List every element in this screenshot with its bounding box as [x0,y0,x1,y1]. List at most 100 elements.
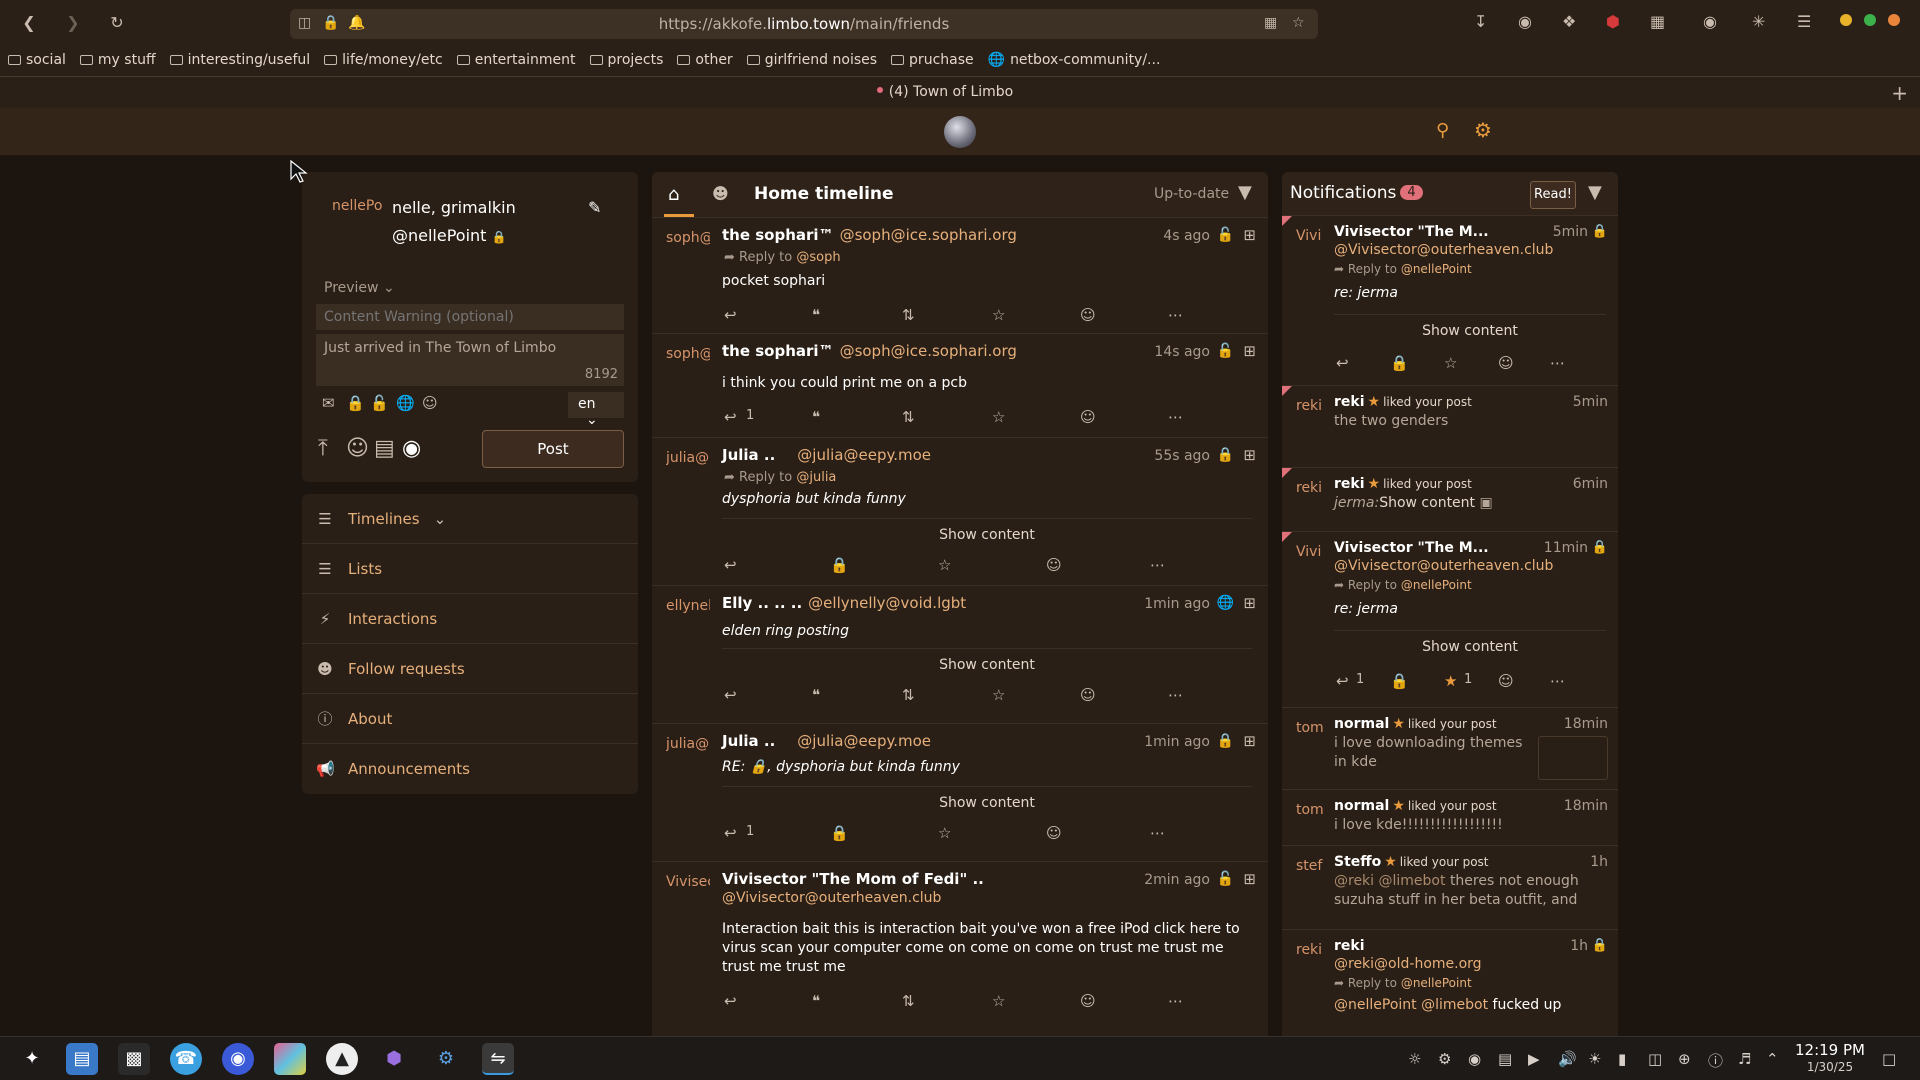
new-tab-icon[interactable]: + [1891,81,1908,105]
notification-author[interactable]: normal ★ liked your post [1334,716,1497,732]
nav-item-follow-requests[interactable]: ☻ Follow requests [302,644,638,694]
liked-post-preview[interactable]: i love kde!!!!!!!!!!!!!!!!!! [1334,816,1606,835]
show-content-button[interactable]: Show content [722,786,1252,811]
bookmark-folder[interactable]: other [677,48,733,72]
favorite-star-icon[interactable]: ☆ [992,306,1005,324]
react-emoji-icon[interactable]: ☺ [1080,408,1096,426]
download-icon[interactable]: ↧ [1474,12,1487,31]
tray-expand-icon[interactable]: ⌃ [1766,1050,1779,1068]
reply-icon[interactable]: ↩ [1336,672,1349,690]
favorite-star-icon[interactable]: ☆ [938,556,951,574]
poll-icon[interactable]: ▤ [374,436,395,461]
avatar[interactable]: Vivi [1296,544,1324,560]
notification-time[interactable]: 5min [1573,394,1608,410]
notification-author[interactable]: normal ★ liked your post [1334,798,1497,814]
unlisted-scope-icon[interactable]: 🔓 [370,394,389,412]
spinner-icon[interactable]: ✳ [1752,12,1765,31]
post-time[interactable]: 4s ago [1163,228,1210,244]
avatar[interactable]: tom [1296,802,1324,818]
notification-handle[interactable]: @reki@old-home.org [1334,956,1482,972]
quote-icon[interactable]: ❝ [812,306,820,324]
react-emoji-icon[interactable]: ☺ [1498,354,1514,372]
notification-author[interactable]: reki ★ liked your post [1334,476,1472,492]
show-content-button[interactable]: Show content [1334,314,1606,339]
arch-icon[interactable]: ▲ [326,1043,358,1075]
notification-time[interactable]: 18min [1564,716,1608,732]
notification-handle[interactable]: @Vivisector@outerheaven.club [1334,558,1553,574]
more-icon[interactable]: ⋯ [1168,686,1183,704]
notification-time[interactable]: 5min [1553,224,1588,240]
color-app-icon[interactable] [274,1043,306,1075]
avatar[interactable]: reki [1296,398,1324,414]
nav-item-interactions[interactable]: ⚡ Interactions [302,594,638,644]
show-desktop-icon[interactable]: □ [1882,1050,1896,1068]
tray-steam-icon[interactable]: ⚙ [1438,1050,1451,1068]
react-emoji-icon[interactable]: ☺ [1046,824,1062,842]
app-launcher-icon[interactable]: ✦ [16,1043,48,1075]
react-emoji-icon[interactable]: ☺ [1498,672,1514,690]
post-time[interactable]: 1min ago [1144,596,1210,612]
notification-time[interactable]: 1h [1570,938,1588,954]
local-scope-icon[interactable]: ☺ [422,394,438,412]
avatar[interactable]: stef [1296,858,1324,874]
bookmark-folder[interactable]: projects [589,48,663,72]
attachment-thumbnail[interactable] [1538,736,1608,780]
expand-icon[interactable]: ⊞ [1243,870,1256,888]
browser-tab[interactable]: (4) Town of Limbo [0,84,1890,100]
expand-icon[interactable]: ⊞ [1243,226,1256,244]
liked-post-preview[interactable]: @reki @limebot theres not enough suzuha … [1334,872,1606,910]
expand-icon[interactable]: ⊞ [1243,446,1256,464]
post-handle[interactable]: @Vivisector@outerheaven.club [722,890,941,906]
chat-icon[interactable]: ◉ [222,1043,254,1075]
more-icon[interactable]: ⋯ [1168,306,1183,324]
expand-icon[interactable]: ⊞ [1243,732,1256,750]
more-icon[interactable]: ⋯ [1550,354,1565,372]
file-manager-icon[interactable]: ▤ [66,1043,98,1075]
bookmark-folder[interactable]: life/money/etc [324,48,443,72]
clipboard-icon[interactable]: ▤ [1498,1050,1512,1068]
show-content-button[interactable]: Show content [1334,630,1606,655]
active-window-icon[interactable]: ⇋ [482,1043,514,1075]
steam-icon[interactable]: ⚙ [430,1043,462,1075]
help-icon[interactable]: ⓘ [1708,1050,1723,1071]
bookmark-folder[interactable]: interesting/useful [169,48,310,72]
nav-item-timelines[interactable]: ☰ Timelines ⌄ [302,494,638,544]
tray-app-icon[interactable]: ☼ [1408,1050,1421,1068]
preview-toggle[interactable]: Preview ⌄ [324,280,395,296]
timeline-status[interactable]: Up-to-date [1154,186,1229,202]
react-emoji-icon[interactable]: ☺ [1080,686,1096,704]
bookmark-folder[interactable]: social [8,48,66,72]
repeat-icon[interactable]: ⇅ [902,686,915,704]
ublock-icon[interactable]: ⬢ [1606,12,1620,31]
url-bar[interactable]: ◫ 🔒 🔔 https://akkofe.limbo.town/main/fri… [290,9,1318,39]
repeat-icon[interactable]: ⇅ [902,992,915,1010]
show-content-button[interactable]: Show content [722,648,1252,673]
forward-icon[interactable]: ❯ [62,12,84,34]
avatar[interactable]: soph@ [666,346,710,362]
quote-icon[interactable]: ❝ [812,408,820,426]
minimize-icon[interactable] [1840,14,1852,26]
post-author[interactable]: Julia .. @julia@eepy.moe [722,732,931,750]
bookmark-folder[interactable]: pruchase [891,48,974,72]
gear-icon[interactable]: ⚙ [1474,118,1492,142]
more-icon[interactable]: ⋯ [1550,672,1565,690]
avatar[interactable]: soph@ [666,230,710,246]
liked-post-preview[interactable]: jerma:Show content ▣ [1334,494,1606,513]
menu-icon[interactable]: ☰ [1797,12,1811,31]
instance-logo[interactable] [944,116,976,148]
expand-icon[interactable]: ⊞ [1243,342,1256,360]
favorite-star-icon[interactable]: ☆ [992,686,1005,704]
reply-icon[interactable]: ↩ [724,686,737,704]
more-icon[interactable]: ⋯ [1168,408,1183,426]
reply-icon[interactable]: ↩ [724,992,737,1010]
liked-post-preview[interactable]: i love downloading themes in kde [1334,734,1530,772]
brightness-icon[interactable]: ☀ [1588,1050,1601,1068]
extension-avatar-icon[interactable]: ◉ [1518,12,1532,31]
notification-author[interactable]: reki ★ liked your post [1334,394,1472,410]
avatar[interactable]: nellePo [332,198,382,214]
bookmark-folder[interactable]: girlfriend noises [746,48,877,72]
favorite-star-icon[interactable]: ☆ [992,408,1005,426]
post-author[interactable]: the sophari™ @soph@ice.sophari.org [722,226,1017,244]
post-time[interactable]: 2min ago [1144,872,1210,888]
react-emoji-icon[interactable]: ☺ [1080,306,1096,324]
